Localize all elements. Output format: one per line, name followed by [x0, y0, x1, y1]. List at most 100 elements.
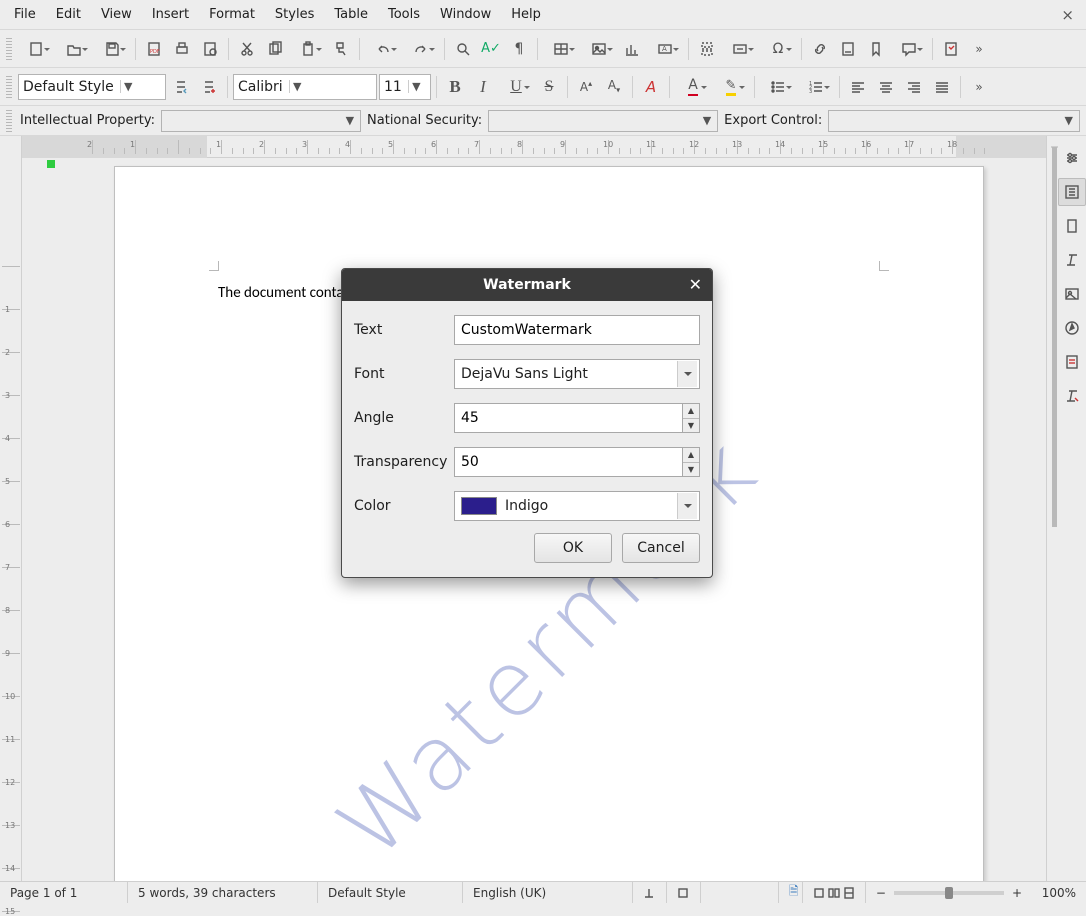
toolbar-grip[interactable]: [6, 38, 12, 60]
align-justify-button[interactable]: [929, 74, 955, 100]
dialog-close-icon[interactable]: ✕: [689, 275, 702, 294]
new-style-button[interactable]: [196, 74, 222, 100]
track-changes-button[interactable]: [938, 36, 964, 62]
menu-tools[interactable]: Tools: [378, 2, 430, 27]
sidebar-navigator-icon[interactable]: [1058, 314, 1086, 342]
watermark-color-combo[interactable]: Indigo: [454, 491, 700, 521]
font-color-button[interactable]: A: [675, 74, 711, 100]
open-button[interactable]: [56, 36, 92, 62]
find-button[interactable]: [450, 36, 476, 62]
new-button[interactable]: [18, 36, 54, 62]
copy-button[interactable]: [262, 36, 288, 62]
insert-bookmark-button[interactable]: [863, 36, 889, 62]
watermark-text-input[interactable]: [454, 315, 700, 345]
align-left-button[interactable]: [845, 74, 871, 100]
insert-table-button[interactable]: [543, 36, 579, 62]
zoom-out-icon[interactable]: −: [876, 886, 886, 900]
insert-image-button[interactable]: [581, 36, 617, 62]
number-list-button[interactable]: 123: [798, 74, 834, 100]
dialog-titlebar[interactable]: Watermark ✕: [342, 269, 712, 301]
menu-insert[interactable]: Insert: [142, 2, 199, 27]
clear-formatting-button[interactable]: A: [638, 74, 664, 100]
chevron-down-icon[interactable]: [677, 361, 697, 387]
document-body-text[interactable]: The document contain: [218, 284, 355, 302]
insert-footnote-button[interactable]: [835, 36, 861, 62]
save-button[interactable]: [94, 36, 130, 62]
insert-symbol-button[interactable]: Ω: [760, 36, 796, 62]
sidebar-manage-changes-icon[interactable]: [1058, 348, 1086, 376]
align-right-button[interactable]: [901, 74, 927, 100]
toolbar-grip[interactable]: [6, 110, 12, 132]
watermark-transparency-input[interactable]: [454, 447, 682, 477]
status-page[interactable]: Page 1 of 1: [0, 882, 128, 903]
font-name-combo[interactable]: Calibri▼: [233, 74, 377, 100]
font-size-combo[interactable]: 11▼: [379, 74, 431, 100]
export-pdf-button[interactable]: PDF: [141, 36, 167, 62]
window-close-icon[interactable]: ×: [1053, 6, 1082, 24]
status-view-buttons[interactable]: [803, 882, 866, 903]
update-style-button[interactable]: [168, 74, 194, 100]
ok-button[interactable]: OK: [534, 533, 612, 563]
status-language[interactable]: English (UK): [463, 882, 633, 903]
insert-textbox-button[interactable]: A: [647, 36, 683, 62]
cancel-button[interactable]: Cancel: [622, 533, 700, 563]
status-signature-icon[interactable]: 🗎: [779, 882, 803, 903]
zoom-in-icon[interactable]: +: [1012, 886, 1022, 900]
sidebar-settings-icon[interactable]: [1058, 144, 1086, 172]
sidebar-properties-icon[interactable]: [1058, 178, 1086, 206]
superscript-button[interactable]: A▴: [573, 74, 599, 100]
print-button[interactable]: [169, 36, 195, 62]
redo-button[interactable]: [403, 36, 439, 62]
status-style[interactable]: Default Style: [318, 882, 463, 903]
bold-button[interactable]: B: [442, 74, 468, 100]
spin-down-icon[interactable]: ▼: [683, 463, 699, 477]
undo-button[interactable]: [365, 36, 401, 62]
menu-edit[interactable]: Edit: [46, 2, 91, 27]
align-center-button[interactable]: [873, 74, 899, 100]
ns-combo[interactable]: ▼: [488, 110, 718, 132]
status-selection-mode[interactable]: [667, 882, 701, 903]
ip-combo[interactable]: ▼: [161, 110, 361, 132]
vertical-scrollbar[interactable]: [1051, 146, 1058, 148]
insert-chart-button[interactable]: [619, 36, 645, 62]
bullet-list-button[interactable]: [760, 74, 796, 100]
sidebar-page-icon[interactable]: [1058, 212, 1086, 240]
menu-format[interactable]: Format: [199, 2, 265, 27]
ec-combo[interactable]: ▼: [828, 110, 1080, 132]
insert-comment-button[interactable]: [891, 36, 927, 62]
clone-formatting-button[interactable]: [328, 36, 354, 62]
menu-styles[interactable]: Styles: [265, 2, 324, 27]
insert-field-button[interactable]: [722, 36, 758, 62]
status-wordcount[interactable]: 5 words, 39 characters: [128, 882, 318, 903]
toolbar-grip[interactable]: [6, 76, 12, 98]
more-button[interactable]: »: [966, 36, 992, 62]
watermark-angle-spinner[interactable]: ▲▼: [454, 403, 700, 433]
spin-down-icon[interactable]: ▼: [683, 419, 699, 433]
spin-up-icon[interactable]: ▲: [683, 404, 699, 419]
print-preview-button[interactable]: [197, 36, 223, 62]
vertical-ruler[interactable]: 123456789101112131415: [0, 136, 22, 881]
watermark-font-combo[interactable]: DejaVu Sans Light: [454, 359, 700, 389]
zoom-slider[interactable]: [894, 891, 1004, 895]
horizontal-ruler[interactable]: 21123456789101112131415161718: [22, 136, 1046, 158]
subscript-button[interactable]: A▾: [601, 74, 627, 100]
formatting-marks-button[interactable]: ¶: [506, 36, 532, 62]
highlight-button[interactable]: ✎: [713, 74, 749, 100]
watermark-transparency-spinner[interactable]: ▲▼: [454, 447, 700, 477]
spin-up-icon[interactable]: ▲: [683, 448, 699, 463]
paragraph-style-combo[interactable]: Default Style▼: [18, 74, 166, 100]
paste-button[interactable]: [290, 36, 326, 62]
chevron-down-icon[interactable]: [677, 493, 697, 519]
italic-button[interactable]: I: [470, 74, 496, 100]
sidebar-styles-icon[interactable]: [1058, 246, 1086, 274]
strikethrough-button[interactable]: S: [536, 74, 562, 100]
menu-table[interactable]: Table: [324, 2, 378, 27]
underline-button[interactable]: U: [498, 74, 534, 100]
cut-button[interactable]: [234, 36, 260, 62]
sidebar-design-icon[interactable]: [1058, 382, 1086, 410]
menu-help[interactable]: Help: [501, 2, 551, 27]
spellcheck-button[interactable]: A✓: [478, 36, 504, 62]
insert-hyperlink-button[interactable]: [807, 36, 833, 62]
menu-window[interactable]: Window: [430, 2, 501, 27]
menu-file[interactable]: File: [4, 2, 46, 27]
